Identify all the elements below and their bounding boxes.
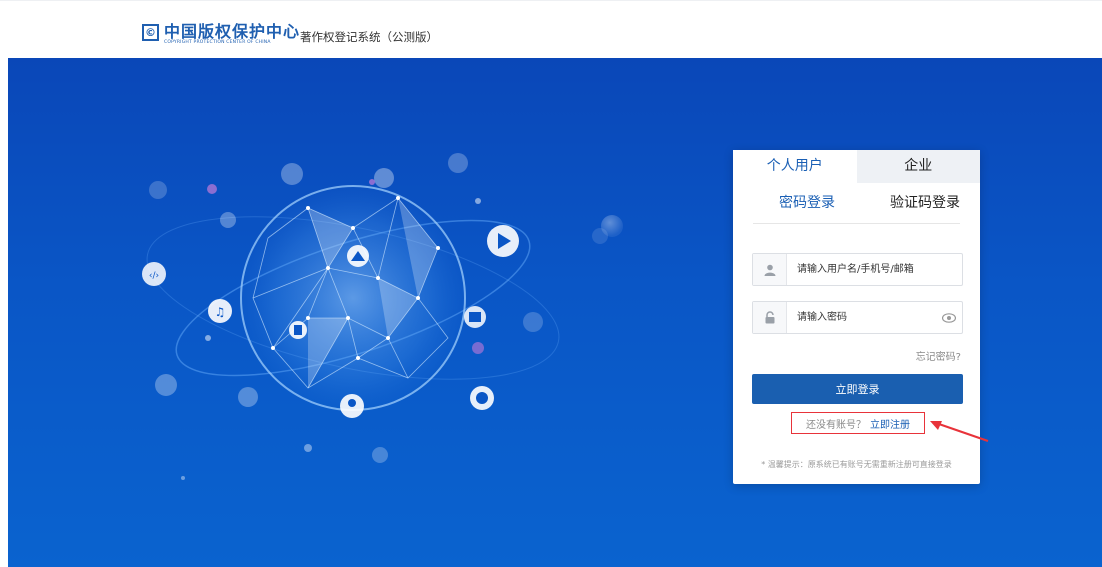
copyright-icon: © xyxy=(142,24,159,41)
tab-password-login[interactable]: 密码登录 xyxy=(779,183,835,223)
logo-cn-name: 中国版权保护中心 xyxy=(164,22,301,41)
cpcc-logo[interactable]: © 中国版权保护中心 COPYRIGHT PROTECTION CENTER O… xyxy=(142,23,300,46)
register-link[interactable]: 立即注册 xyxy=(870,416,910,431)
tab-enterprise[interactable]: 企业 xyxy=(856,150,980,183)
top-bar: © 中国版权保护中心 COPYRIGHT PROTECTION CENTER O… xyxy=(0,0,1102,59)
no-account-text: 还没有账号？ xyxy=(806,419,866,431)
user-icon xyxy=(753,254,787,285)
logo-text: 中国版权保护中心 COPYRIGHT PROTECTION CENTER OF … xyxy=(164,23,300,46)
password-input[interactable] xyxy=(787,311,936,324)
red-arrow-annotation xyxy=(930,421,989,443)
svg-text:♫: ♫ xyxy=(215,305,226,319)
login-method-tabs: 密码登录 验证码登录 xyxy=(753,183,960,224)
password-field xyxy=(752,301,963,334)
register-highlight-box: 还没有账号？ 立即注册 xyxy=(791,412,925,434)
login-button[interactable]: 立即登录 xyxy=(752,374,963,404)
eye-icon[interactable] xyxy=(936,312,962,323)
forgot-password-link[interactable]: 忘记密码? xyxy=(916,348,961,363)
user-type-tabs: 个人用户 企业 xyxy=(733,150,980,183)
tab-personal-user[interactable]: 个人用户 xyxy=(733,150,857,183)
login-tip: * 温馨提示：原系统已有账号无需重新注册可直接登录 xyxy=(761,460,952,469)
username-field xyxy=(752,253,963,286)
svg-text:‹/›: ‹/› xyxy=(149,271,159,281)
system-title: 著作权登记系统（公测版） xyxy=(300,30,438,44)
lock-icon xyxy=(753,302,787,333)
username-input[interactable] xyxy=(787,263,962,276)
tab-code-login[interactable]: 验证码登录 xyxy=(890,183,960,223)
